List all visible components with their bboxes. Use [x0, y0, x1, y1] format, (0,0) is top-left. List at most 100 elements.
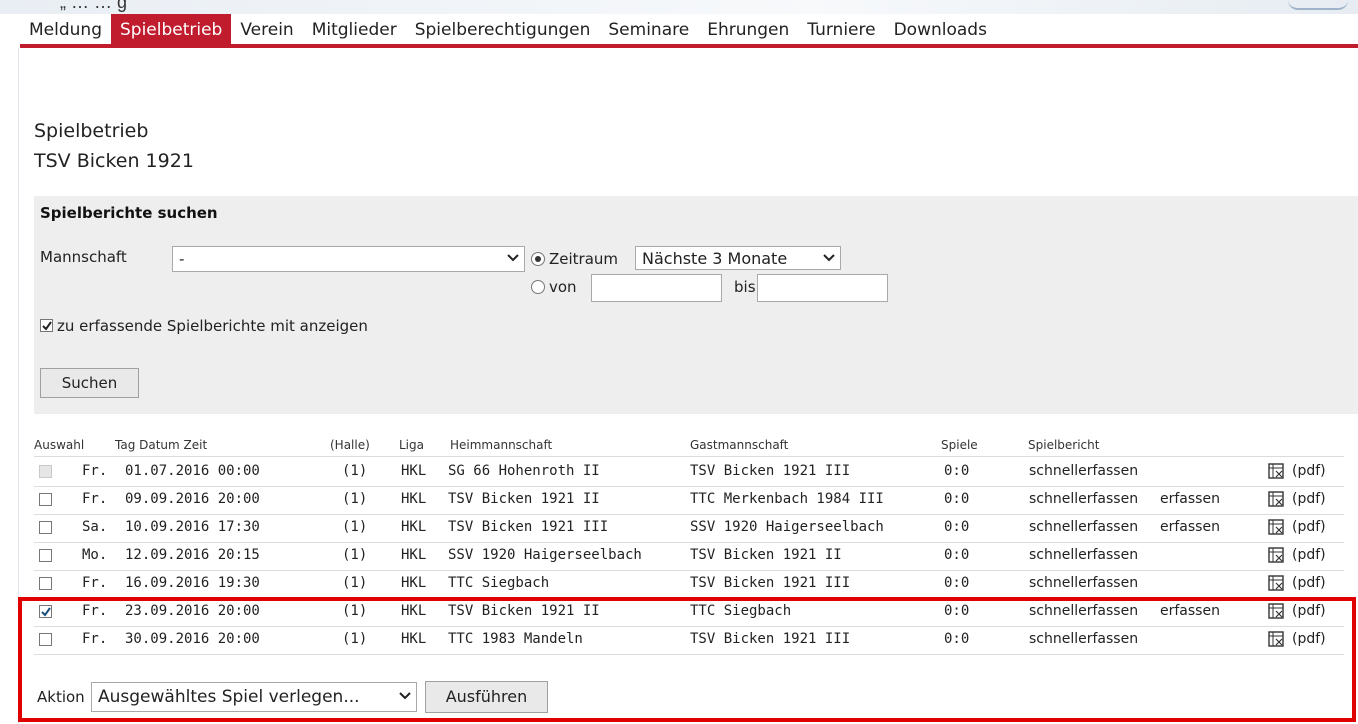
team-select-value: - [179, 250, 185, 268]
team-label: Mannschaft [40, 248, 127, 266]
nav-item-mitglieder[interactable]: Mitglieder [303, 14, 406, 44]
nav-item-spielbetrieb[interactable]: Spielbetrieb [110, 14, 232, 44]
pdf-document-icon[interactable] [1267, 602, 1287, 620]
league-cell: HKL [401, 575, 427, 591]
page-title: Spielbetrieb [34, 120, 149, 142]
action-label: Aktion [37, 688, 85, 706]
row-select-checkbox[interactable] [39, 493, 52, 506]
top-banner: „ … … g [0, 0, 1358, 14]
home-team-cell: SSV 1920 Haigerseelbach [448, 547, 642, 563]
pdf-link[interactable]: (pdf) [1292, 547, 1326, 563]
guest-team-cell: TTC Merkenbach 1984 III [690, 491, 884, 507]
to-date-input[interactable] [757, 274, 888, 302]
pdf-link[interactable]: (pdf) [1292, 519, 1326, 535]
chevron-down-icon [506, 249, 520, 271]
search-heading: Spielberichte suchen [40, 204, 218, 222]
action-select-value: Ausgewähltes Spiel verlegen... [98, 687, 360, 707]
col-header-datetime: Tag Datum Zeit [115, 438, 208, 452]
team-select[interactable]: - [172, 246, 525, 272]
day-cell: Fr. [82, 463, 108, 479]
pdf-link[interactable]: (pdf) [1292, 575, 1326, 591]
execute-button[interactable]: Ausführen [425, 681, 548, 713]
pdf-document-icon[interactable] [1267, 546, 1287, 564]
pdf-document-icon[interactable] [1267, 518, 1287, 536]
chevron-down-icon [398, 687, 412, 709]
hall-cell: (1) [342, 491, 368, 507]
header-divider [34, 456, 1344, 457]
games-cell: 0:0 [944, 603, 970, 619]
hall-cell: (1) [342, 631, 368, 647]
from-label: von [549, 278, 577, 296]
table-row: Fr. 30.09.2016 20:00 (1) HKL TTC 1983 Mandel… [34, 626, 1344, 655]
banner-text: „ … … g [60, 0, 128, 12]
club-name: TSV Bicken 1921 [34, 150, 194, 172]
day-cell: Fr. [82, 491, 108, 507]
action-select[interactable]: Ausgewähltes Spiel verlegen... [91, 682, 417, 712]
row-select-checkbox[interactable] [39, 577, 52, 590]
nav-item-seminare[interactable]: Seminare [599, 14, 698, 44]
hall-cell: (1) [342, 463, 368, 479]
table-row: Fr. 09.09.2016 20:00 (1) HKL TSV Bicken 1921… [34, 486, 1344, 515]
erfassen-link[interactable]: erfassen [1160, 519, 1220, 535]
pdf-link[interactable]: (pdf) [1292, 463, 1326, 479]
erfassen-link[interactable]: erfassen [1160, 491, 1220, 507]
row-select-checkbox[interactable] [39, 549, 52, 562]
schnellerfassen-link[interactable]: schnellerfassen [1029, 463, 1138, 479]
pdf-link[interactable]: (pdf) [1292, 631, 1326, 647]
chevron-down-icon [822, 249, 836, 271]
schnellerfassen-link[interactable]: schnellerfassen [1029, 603, 1138, 619]
pdf-link[interactable]: (pdf) [1292, 491, 1326, 507]
pdf-document-icon[interactable] [1267, 490, 1287, 508]
erfassen-link[interactable]: erfassen [1160, 603, 1220, 619]
nav-item-verein[interactable]: Verein [231, 14, 302, 44]
home-team-cell: SG 66 Hohenroth II [448, 463, 600, 479]
pdf-document-icon[interactable] [1267, 630, 1287, 648]
to-label: bis [734, 278, 756, 296]
nav-item-downloads[interactable]: Downloads [885, 14, 996, 44]
schnellerfassen-link[interactable]: schnellerfassen [1029, 519, 1138, 535]
row-select-checkbox[interactable] [39, 633, 52, 646]
table-row: Mo. 12.09.2016 20:15 (1) HKL SSV 1920 Haiger… [34, 542, 1344, 571]
col-header-hall: (Halle) [330, 438, 370, 452]
guest-team-cell: TSV Bicken 1921 III [690, 575, 851, 591]
league-cell: HKL [401, 463, 427, 479]
nav-item-ehrungen[interactable]: Ehrungen [698, 14, 798, 44]
nav-item-spielberechtigungen[interactable]: Spielberechtigungen [406, 14, 600, 44]
pdf-document-icon[interactable] [1267, 574, 1287, 592]
datetime-cell: 09.09.2016 20:00 [125, 491, 260, 507]
row-select-checkbox[interactable] [39, 605, 52, 618]
table-row: Sa. 10.09.2016 17:30 (1) HKL TSV Bicken 1921… [34, 514, 1344, 543]
pdf-document-icon[interactable] [1267, 462, 1287, 480]
nav-underline [20, 44, 1358, 48]
banner-swoosh-icon [1288, 0, 1348, 10]
home-team-cell: TSV Bicken 1921 III [448, 519, 609, 535]
nav-item-meldung[interactable]: Meldung [20, 14, 111, 44]
search-panel: Spielberichte suchen Mannschaft - Zeitra… [34, 196, 1358, 414]
games-cell: 0:0 [944, 575, 970, 591]
league-cell: HKL [401, 603, 427, 619]
pdf-link[interactable]: (pdf) [1292, 603, 1326, 619]
col-header-league: Liga [399, 438, 424, 452]
day-cell: Fr. [82, 603, 108, 619]
left-divider [18, 48, 19, 724]
col-header-guest: Gastmannschaft [690, 438, 789, 452]
home-team-cell: TSV Bicken 1921 II [448, 603, 600, 619]
nav-item-turniere[interactable]: Turniere [798, 14, 884, 44]
col-header-home: Heimmannschaft [450, 438, 553, 452]
row-select-checkbox[interactable] [39, 521, 52, 534]
include-reports-checkbox[interactable] [40, 319, 53, 332]
schnellerfassen-link[interactable]: schnellerfassen [1029, 547, 1138, 563]
schnellerfassen-link[interactable]: schnellerfassen [1029, 631, 1138, 647]
schnellerfassen-link[interactable]: schnellerfassen [1029, 491, 1138, 507]
col-header-games: Spiele [941, 438, 978, 452]
from-radio[interactable] [531, 280, 545, 294]
from-date-input[interactable] [591, 274, 722, 302]
period-select[interactable]: Nächste 3 Monate [635, 246, 841, 270]
search-button[interactable]: Suchen [40, 368, 139, 398]
day-cell: Fr. [82, 631, 108, 647]
datetime-cell: 16.09.2016 19:30 [125, 575, 260, 591]
league-cell: HKL [401, 631, 427, 647]
period-radio[interactable] [531, 252, 545, 266]
home-team-cell: TSV Bicken 1921 II [448, 491, 600, 507]
schnellerfassen-link[interactable]: schnellerfassen [1029, 575, 1138, 591]
